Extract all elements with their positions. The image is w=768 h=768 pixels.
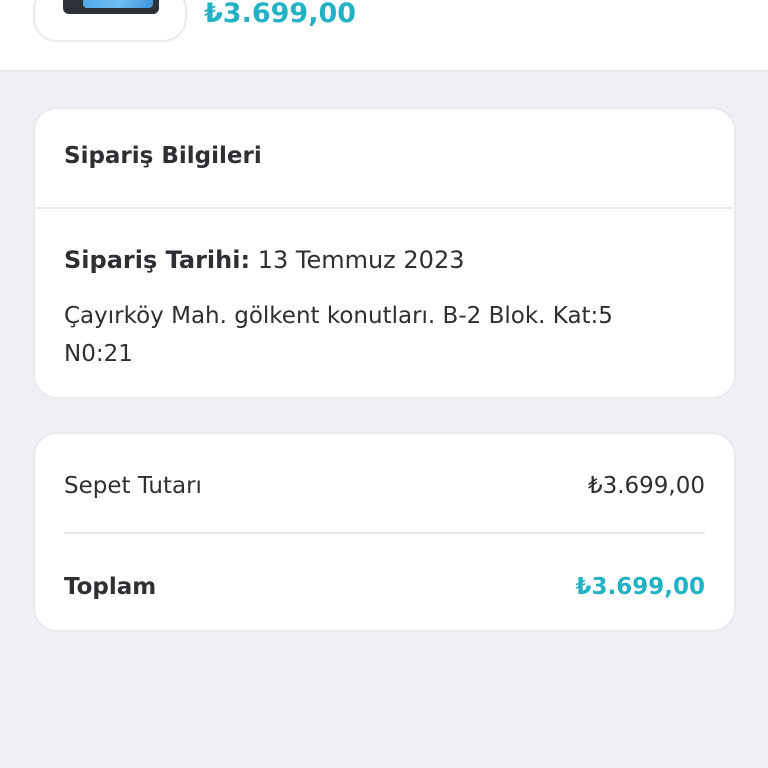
phone-screen — [83, 0, 153, 8]
order-info-body: Sipariş Tarihi: 13 Temmuz 2023 Çayırköy … — [35, 209, 734, 373]
total-row: Toplam ₺3.699,00 — [64, 568, 705, 606]
summary-divider — [64, 532, 705, 534]
order-date-label: Sipariş Tarihi: — [64, 246, 251, 274]
total-value: ₺3.699,00 — [575, 574, 706, 600]
order-info-card: Sipariş Bilgileri Sipariş Tarihi: 13 Tem… — [33, 107, 736, 399]
subtotal-label: Sepet Tutarı — [64, 473, 202, 499]
subtotal-value: ₺3.699,00 — [587, 473, 705, 499]
product-thumbnail[interactable] — [33, 0, 187, 42]
delivery-address: Çayırköy Mah. gölkent konutları. B-2 Blo… — [64, 303, 613, 367]
subtotal-row: Sepet Tutarı ₺3.699,00 — [64, 468, 705, 504]
order-info-header: Sipariş Bilgileri — [35, 109, 734, 209]
order-info-title: Sipariş Bilgileri — [64, 143, 262, 169]
phone-icon — [63, 0, 159, 14]
total-label: Toplam — [64, 574, 157, 600]
order-date-value: 13 Temmuz 2023 — [257, 246, 465, 274]
order-date-line: Sipariş Tarihi: 13 Temmuz 2023 — [64, 243, 705, 277]
product-price: ₺3.699,00 — [204, 0, 357, 29]
product-strip: ₺3.699,00 — [0, 0, 768, 72]
order-summary-card: Sepet Tutarı ₺3.699,00 Toplam ₺3.699,00 — [33, 432, 736, 632]
